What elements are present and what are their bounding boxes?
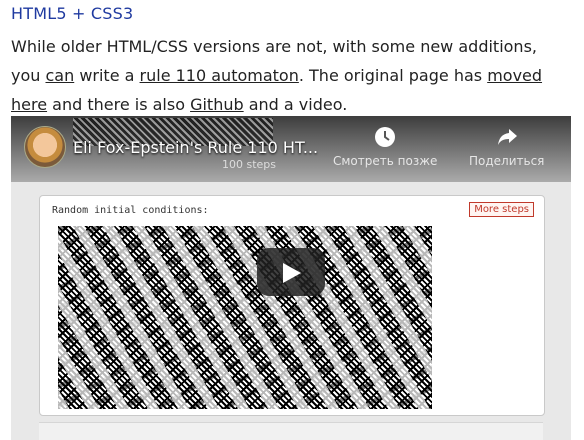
- share-label: Поделиться: [469, 154, 545, 168]
- more-steps-button[interactable]: More steps: [469, 202, 534, 217]
- embedded-video[interactable]: 100 steps Eli Fox-Epstein's Rule 110 HT.…: [11, 116, 571, 440]
- paragraph-text: and a video.: [243, 95, 348, 114]
- paragraph-text: and there is also: [47, 95, 191, 114]
- link-github[interactable]: Github: [190, 95, 244, 114]
- watch-later-button[interactable]: Смотреть позже: [333, 126, 437, 168]
- intro-paragraph: While older HTML/CSS versions are not, w…: [11, 32, 571, 119]
- panel-label: Random initial conditions:: [52, 205, 209, 216]
- video-title[interactable]: Eli Fox-Epstein's Rule 110 HT...: [73, 138, 318, 157]
- section-heading: HTML5 + CSS3: [11, 4, 134, 23]
- clock-icon: [374, 126, 396, 148]
- play-button[interactable]: [257, 248, 325, 296]
- rule-110-pattern: [58, 226, 432, 409]
- paragraph-text: . The original page has: [298, 66, 488, 85]
- paragraph-text: write a: [74, 66, 140, 85]
- share-arrow-icon: [496, 126, 518, 148]
- channel-avatar[interactable]: [24, 126, 66, 168]
- steps-label: 100 steps: [222, 158, 277, 171]
- watch-later-label: Смотреть позже: [333, 154, 438, 168]
- automaton-panel: Random initial conditions: More steps: [39, 195, 545, 416]
- share-button[interactable]: Поделиться: [469, 126, 544, 168]
- next-panel-edge: [39, 422, 543, 440]
- link-rule-110-automaton[interactable]: rule 110 automaton: [140, 66, 299, 85]
- link-can[interactable]: can: [45, 66, 74, 85]
- play-icon: [283, 263, 301, 283]
